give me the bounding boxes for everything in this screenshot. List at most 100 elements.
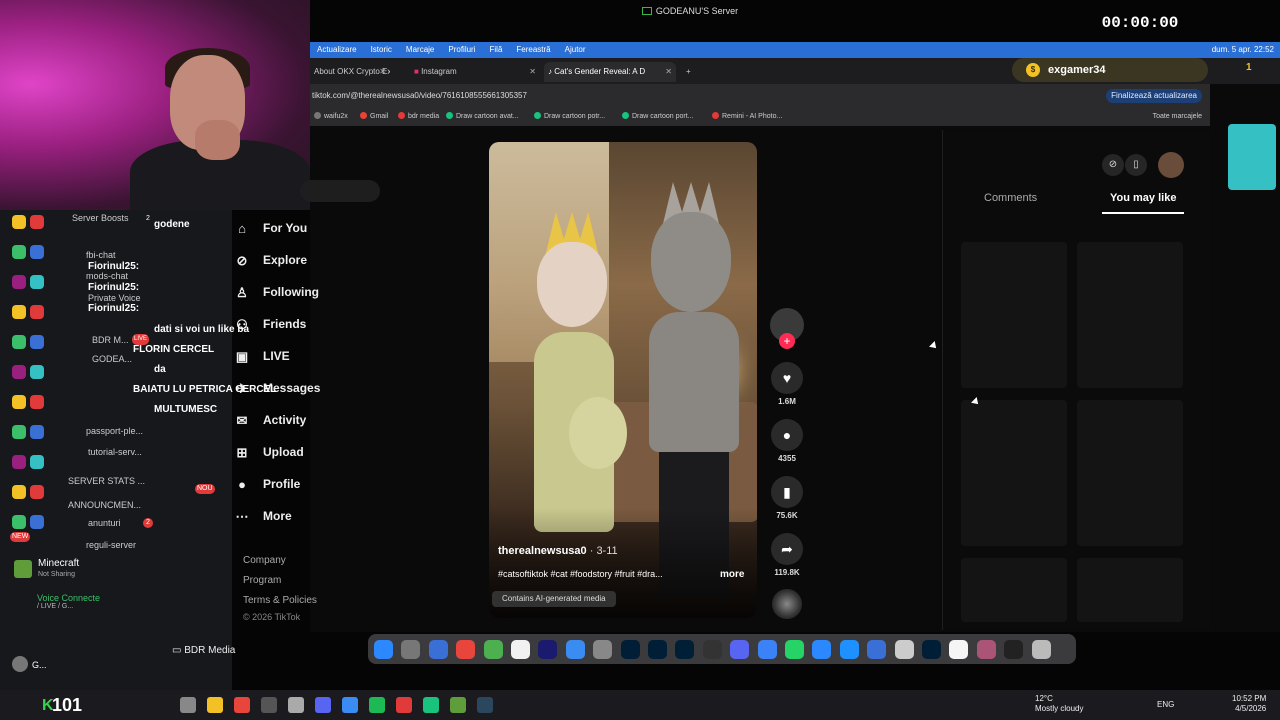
language-indicator[interactable]: ENG — [1157, 700, 1174, 709]
update-button[interactable]: Finalizează actualizarea — [1106, 89, 1202, 103]
dock-app-icon[interactable] — [648, 640, 667, 659]
dock-app-icon[interactable] — [483, 640, 503, 659]
menu-item[interactable]: Profiluri — [441, 42, 482, 58]
discord-channel[interactable]: GODEA... — [92, 354, 132, 364]
recommended-thumb[interactable] — [961, 400, 1067, 546]
close-icon[interactable]: ✕ — [665, 62, 672, 82]
discord-channel[interactable]: ANNOUNCMEN... — [68, 500, 141, 510]
dock-app-icon[interactable] — [428, 640, 448, 659]
recommended-thumb[interactable] — [1077, 558, 1183, 622]
discord-channel[interactable]: mods-chat — [86, 271, 128, 281]
taskbar-app-icon[interactable] — [234, 697, 250, 713]
footer-link-company[interactable]: Company — [243, 555, 286, 566]
tab-okx[interactable]: About OKX Crypto Exc ✕ — [310, 62, 390, 82]
taskbar-app-icon[interactable] — [315, 697, 331, 713]
search-bar[interactable] — [300, 180, 380, 202]
bookmark-item[interactable]: bdr media — [398, 108, 439, 126]
share-button[interactable]: ➦ 119.8K — [770, 533, 804, 577]
server-icon[interactable] — [30, 305, 44, 319]
server-icon[interactable] — [30, 365, 44, 379]
server-icon[interactable] — [12, 395, 26, 409]
recommended-thumb[interactable] — [961, 558, 1067, 622]
more-link[interactable]: more — [720, 569, 744, 580]
follow-button[interactable]: + — [779, 333, 795, 349]
dock-app-icon[interactable] — [757, 640, 777, 659]
server-icon[interactable] — [30, 395, 44, 409]
server-icon[interactable] — [30, 425, 44, 439]
menu-item[interactable]: Istoric — [364, 42, 399, 58]
recommended-thumb[interactable] — [1077, 400, 1183, 546]
voice-status[interactable]: Voice Connecte / LIVE / G... — [37, 593, 100, 610]
recommended-thumb[interactable] — [961, 242, 1067, 388]
tab-instagram[interactable]: ■ Instagram ✕ — [410, 62, 540, 82]
dock-app-icon[interactable] — [976, 640, 996, 659]
weather-widget[interactable]: 12°C Mostly cloudy — [1035, 694, 1083, 714]
nav-item-upload[interactable]: ⊞ Upload — [233, 442, 304, 462]
server-icon[interactable] — [12, 515, 26, 529]
profile-avatar[interactable] — [1158, 152, 1184, 178]
footer-link-terms[interactable]: Terms & Policies — [243, 595, 317, 606]
server-icon[interactable] — [12, 305, 26, 319]
dock-app-icon[interactable] — [949, 640, 969, 659]
server-icon[interactable] — [12, 425, 26, 439]
dock-app-icon[interactable] — [812, 640, 832, 659]
side-widget[interactable] — [1228, 124, 1276, 190]
music-disc[interactable] — [772, 589, 802, 619]
menu-item[interactable]: Marcaje — [399, 42, 441, 58]
user-panel[interactable]: G... — [12, 656, 47, 672]
phone-icon[interactable]: ▯ — [1125, 154, 1147, 176]
server-icon[interactable] — [12, 245, 26, 259]
server-icon[interactable] — [30, 455, 44, 469]
video-author[interactable]: therealnewsusa0 · 3-11 — [498, 545, 618, 557]
discord-channel[interactable]: passport-ple... — [86, 426, 143, 436]
video-hashtags[interactable]: #catsoftiktok #cat #foodstory #fruit #dr… — [498, 569, 708, 579]
taskbar-app-icon[interactable] — [396, 697, 412, 713]
dock-app-icon[interactable] — [401, 640, 421, 659]
discord-channel[interactable]: Private Voice — [88, 293, 141, 303]
taskbar-app-icon[interactable] — [423, 697, 439, 713]
menu-item[interactable]: Ajutor — [558, 42, 593, 58]
server-icon[interactable] — [30, 515, 44, 529]
dock-app-icon[interactable] — [894, 640, 914, 659]
dock-app-icon[interactable] — [702, 640, 722, 659]
menu-item[interactable]: Actualizare — [310, 42, 364, 58]
dock-app-icon[interactable] — [565, 640, 585, 659]
taskbar-app-icon[interactable] — [369, 697, 385, 713]
dock-app-icon[interactable] — [839, 640, 859, 659]
server-icon[interactable] — [12, 485, 26, 499]
menu-item[interactable]: Fereastră — [509, 42, 557, 58]
nav-item-activity[interactable]: ✉ Activity — [233, 410, 307, 430]
close-icon[interactable]: ✕ — [379, 62, 386, 82]
tab-tiktok[interactable]: ♪ Cat's Gender Reveal: A D ✕ — [544, 62, 676, 82]
recommended-thumb[interactable] — [1077, 242, 1183, 388]
nav-item-live[interactable]: ▣ LIVE — [233, 346, 290, 366]
address-bar[interactable]: tiktok.com/@therealnewsusa0/video/761610… — [310, 84, 1210, 108]
taskbar-app-icon[interactable] — [477, 697, 493, 713]
dock-app-icon[interactable] — [785, 640, 804, 659]
server-icon[interactable] — [30, 215, 44, 229]
nav-item-explore[interactable]: ⊘ Explore — [233, 250, 307, 270]
url-field[interactable]: tiktok.com/@therealnewsusa0/video/761610… — [312, 84, 527, 108]
taskbar-app-icon[interactable] — [342, 697, 358, 713]
server-icon[interactable] — [30, 335, 44, 349]
dock-app-icon[interactable] — [593, 640, 613, 659]
server-icon[interactable] — [12, 455, 26, 469]
server-icon[interactable] — [30, 485, 44, 499]
follower-notification[interactable]: $ exgamer34 — [1012, 58, 1208, 82]
discord-channel[interactable]: fbi-chat — [86, 250, 116, 260]
discord-channel[interactable]: anunturi — [88, 518, 121, 528]
menu-item[interactable]: Filă — [483, 42, 510, 58]
bookmark-item[interactable]: Gmail — [360, 108, 388, 126]
taskbar-app-icon[interactable] — [450, 697, 466, 713]
taskbar-app-icon[interactable] — [288, 697, 304, 713]
save-button[interactable]: ▮ 75.6K — [770, 476, 804, 520]
tab-you-may-like[interactable]: You may like — [1110, 192, 1176, 204]
server-icon[interactable] — [12, 215, 26, 229]
taskbar-app-icon[interactable] — [261, 697, 277, 713]
dock-app-icon[interactable] — [730, 640, 750, 659]
discord-channel[interactable]: BDR M... — [92, 335, 129, 345]
server-icon[interactable] — [30, 245, 44, 259]
server-icon[interactable] — [30, 275, 44, 289]
tab-comments[interactable]: Comments — [984, 192, 1037, 204]
like-button[interactable]: ♥ 1.6M — [770, 362, 804, 406]
